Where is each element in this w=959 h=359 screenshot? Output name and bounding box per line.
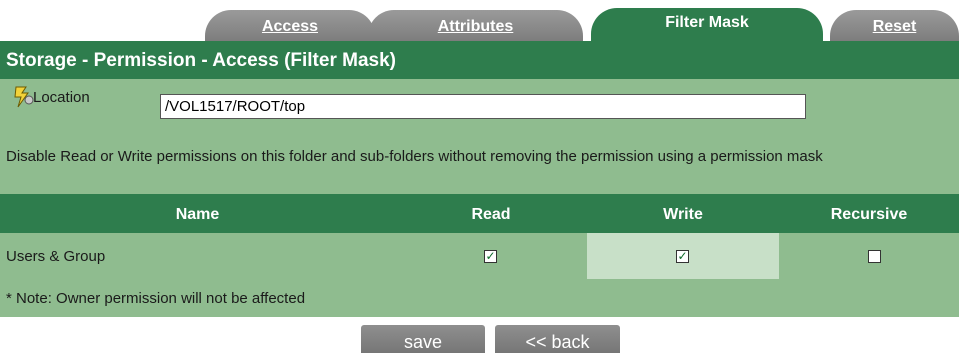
column-header-recursive: Recursive — [830, 206, 908, 223]
recursive-checkbox[interactable] — [868, 250, 881, 263]
tab-attributes[interactable]: Attributes — [368, 10, 583, 41]
column-header-read: Read — [471, 206, 511, 223]
tab-reset[interactable]: Reset — [830, 10, 959, 41]
tab-filter-mask[interactable]: Filter Mask — [591, 8, 823, 41]
owner-note: * Note: Owner permission will not be aff… — [0, 279, 959, 317]
table-row: Users & Group ✓ ✓ — [0, 233, 959, 279]
read-cell: ✓ — [395, 233, 587, 279]
save-button[interactable]: save — [361, 325, 485, 353]
row-name: Users & Group — [6, 248, 106, 265]
recursive-cell — [779, 233, 959, 279]
location-input[interactable] — [160, 94, 806, 119]
column-header-write: Write — [663, 206, 703, 223]
description-text: Disable Read or Write permissions on thi… — [0, 137, 959, 194]
table-header: Name Read Write Recursive — [0, 194, 959, 233]
location-row: Location — [0, 79, 959, 137]
tab-access[interactable]: Access — [205, 10, 375, 41]
page-title: Storage - Permission - Access (Filter Ma… — [0, 41, 959, 79]
back-button[interactable]: << back — [495, 325, 620, 353]
read-checkbox[interactable]: ✓ — [484, 250, 497, 263]
location-label: Location — [33, 89, 90, 106]
write-checkbox[interactable]: ✓ — [676, 250, 689, 263]
tab-bar: Access Attributes Filter Mask Reset — [0, 0, 959, 41]
column-header-name: Name — [175, 206, 220, 223]
write-cell: ✓ — [587, 233, 779, 279]
